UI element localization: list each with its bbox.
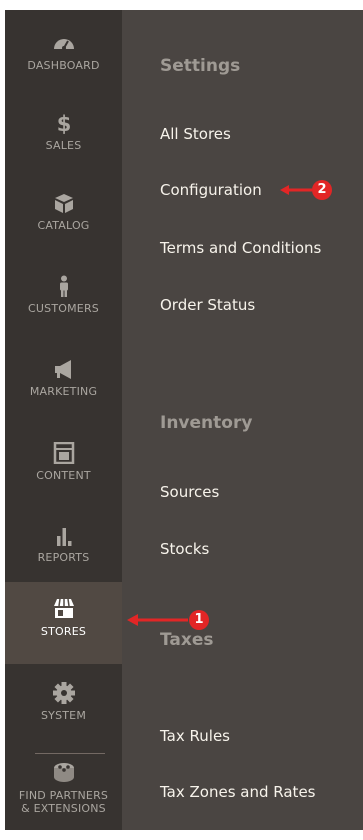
sidebar-item-label-line2: & EXTENSIONS [21,802,106,815]
sidebar-item-stores[interactable]: STORES [5,582,122,664]
admin-sidebar: DASHBOARD $ SALES CATALOG CUSTOMERS MARK… [5,10,122,830]
menu-link-tax-zones-and-rates[interactable]: Tax Zones and Rates [160,783,316,801]
blocks-icon [53,763,74,782]
sidebar-item-sales[interactable]: $ SALES [5,112,122,162]
menu-link-tax-rules[interactable]: Tax Rules [160,727,230,745]
sidebar-item-label: SYSTEM [40,709,87,722]
menu-link-stocks[interactable]: Stocks [160,540,209,558]
person-icon [59,275,68,297]
sidebar-item-label: DASHBOARD [27,59,100,72]
sidebar-item-customers[interactable]: CUSTOMERS [5,275,122,327]
sidebar-item-system[interactable]: SYSTEM [5,682,122,734]
dollar-icon: $ [56,112,71,134]
menu-link-order-status[interactable]: Order Status [160,296,255,314]
sidebar-item-catalog[interactable]: CATALOG [5,192,122,242]
storefront-icon [53,598,74,618]
sidebar-item-label: FIND PARTNERS [18,789,109,802]
speedometer-icon [53,39,74,50]
annotation-badge-2: 2 [312,180,332,200]
section-title-settings: Settings [160,56,241,76]
sidebar-item-marketing[interactable]: MARKETING [5,358,122,410]
sidebar-item-content[interactable]: CONTENT [5,442,122,494]
sidebar-item-reports[interactable]: REPORTS [5,524,122,576]
sidebar-item-label: CONTENT [36,469,91,482]
annotation-arrow-1 [127,614,188,626]
layout-icon [53,442,74,464]
sidebar-item-label: STORES [40,625,87,638]
admin-menu-screenshot: DASHBOARD $ SALES CATALOG CUSTOMERS MARK… [0,0,363,840]
sidebar-item-find-partners[interactable]: FIND PARTNERS & EXTENSIONS [5,762,122,824]
megaphone-icon [54,360,71,379]
sidebar-divider [35,753,105,754]
menu-link-sources[interactable]: Sources [160,483,219,501]
bar-chart-icon [56,528,71,546]
menu-link-all-stores[interactable]: All Stores [160,125,231,143]
annotation-badge-1: 1 [189,610,209,630]
menu-link-terms-and-conditions[interactable]: Terms and Conditions [160,239,321,257]
stores-flyout-panel: Settings All Stores Configuration Terms … [122,10,363,830]
sidebar-item-label: SALES [45,139,82,152]
annotation-arrow-2 [280,185,312,195]
gear-icon [52,682,75,704]
section-title-inventory: Inventory [160,413,253,433]
svg-text:$: $ [56,112,71,134]
sidebar-item-label: MARKETING [29,385,98,398]
sidebar-item-label: REPORTS [37,551,90,564]
menu-link-configuration[interactable]: Configuration [160,181,262,199]
sidebar-item-label: CATALOG [37,219,90,232]
sidebar-item-label: CUSTOMERS [28,302,99,315]
box-icon [54,194,73,213]
sidebar-item-dashboard[interactable]: DASHBOARD [5,32,122,82]
section-title-taxes: Taxes [160,630,214,650]
